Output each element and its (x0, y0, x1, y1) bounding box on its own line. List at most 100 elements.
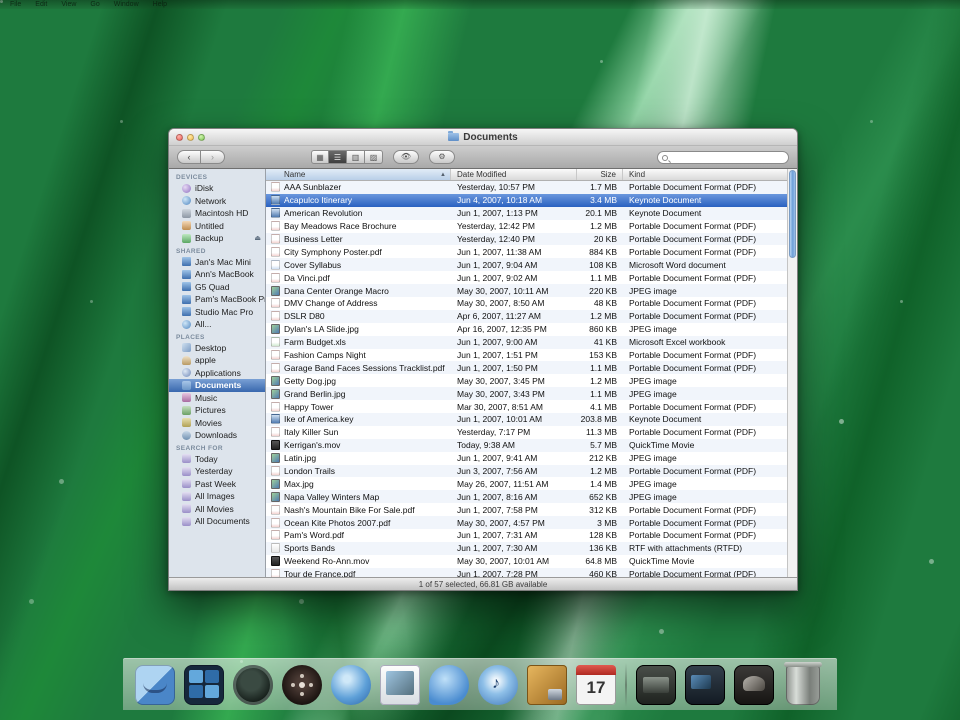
table-row[interactable]: Nash's Mountain Bike For Sale.pdf Jun 1, … (266, 503, 787, 517)
table-row[interactable]: Tour de France.pdf Jun 1, 2007, 7:28 PM 46… (266, 567, 787, 577)
table-row[interactable]: Da Vinci.pdf Jun 1, 2007, 9:02 AM 1.1 MB Po… (266, 271, 787, 285)
sidebar-item-ann-s-macbook[interactable]: Ann's MacBook (169, 268, 265, 281)
sidebar-item-desktop[interactable]: Desktop (169, 342, 265, 355)
table-row[interactable]: Weekend Ro-Ann.mov May 30, 2007, 10:01 AM… (266, 554, 787, 568)
menu-item-help[interactable]: Help (153, 1, 167, 9)
file-mov-icon (271, 556, 280, 567)
menu-item-window[interactable]: Window (114, 1, 139, 9)
icon-view-button[interactable]: ▦ (311, 150, 329, 164)
dock-icon-finder[interactable] (135, 664, 175, 705)
coverflow-view-button[interactable]: ▨ (365, 150, 383, 164)
sidebar-item-pam-s-macbook-pro[interactable]: Pam's MacBook Pro (169, 293, 265, 306)
forward-button[interactable]: › (201, 150, 225, 164)
action-menu-button[interactable]: ⚙︎ (429, 150, 455, 164)
dock-icon-shake[interactable] (734, 664, 774, 705)
menu-item-edit[interactable]: Edit (35, 1, 47, 9)
table-row[interactable]: Bay Meadows Race Brochure Yesterday, 12:4… (266, 219, 787, 233)
menu-item-file[interactable]: File (10, 1, 21, 9)
zoom-button[interactable] (198, 134, 205, 141)
table-row[interactable]: Sports Bands Jun 1, 2007, 7:30 AM 136 KB RT… (266, 541, 787, 555)
dock-icon-ical[interactable]: 17 (576, 664, 616, 705)
list-view-button[interactable]: ☰ (329, 150, 347, 164)
sidebar-item-past-week[interactable]: Past Week (169, 478, 265, 491)
dock-icon-aperture[interactable] (282, 664, 322, 705)
sidebar-item-all-images[interactable]: All Images (169, 490, 265, 503)
dock-icon-safari[interactable] (331, 664, 371, 705)
eject-icon[interactable]: ⏏ (254, 234, 261, 242)
sidebar-item-jan-s-mac-mini[interactable]: Jan's Mac Mini (169, 256, 265, 269)
table-row[interactable]: AAA Sunblazer Yesterday, 10:57 PM 1.7 MB Po… (266, 181, 787, 194)
table-row[interactable]: London Trails Jun 3, 2007, 7:56 AM 1.2 MB P… (266, 464, 787, 478)
column-header-kind[interactable]: Kind (623, 169, 787, 180)
minimize-button[interactable] (187, 134, 194, 141)
dock-icon-spaces[interactable] (184, 664, 224, 705)
table-row[interactable]: Garage Band Faces Sessions Tracklist.pdf… (266, 361, 787, 375)
close-button[interactable] (176, 134, 183, 141)
table-row[interactable]: Ocean Kite Photos 2007.pdf May 30, 2007, … (266, 516, 787, 530)
sidebar-item-all-movies[interactable]: All Movies (169, 503, 265, 516)
vertical-scrollbar[interactable] (787, 169, 797, 577)
sidebar-item-label: Studio Mac Pro (195, 306, 254, 317)
dock-icon-ichat[interactable] (429, 664, 469, 705)
sidebar-item-network[interactable]: Network (169, 195, 265, 208)
table-row[interactable]: Kerrigan's.mov Today, 9:38 AM 5.7 MB QuickT… (266, 438, 787, 452)
sidebar-item-pictures[interactable]: Pictures (169, 404, 265, 417)
table-row[interactable]: DSLR D80 Apr 6, 2007, 11:27 AM 1.2 MB Porta… (266, 309, 787, 323)
column-view-button[interactable]: ▥ (347, 150, 365, 164)
sidebar-item-applications[interactable]: Applications (169, 367, 265, 380)
table-row[interactable]: City Symphony Poster.pdf Jun 1, 2007, 11:… (266, 245, 787, 259)
table-row[interactable]: Grand Berlin.jpg May 30, 2007, 3:43 PM 1.1… (266, 387, 787, 401)
table-row[interactable]: Dylan's LA Slide.jpg Apr 16, 2007, 12:35 … (266, 322, 787, 336)
table-row[interactable]: Happy Tower Mar 30, 2007, 8:51 AM 4.1 MB Po… (266, 400, 787, 414)
dock-icon-trash[interactable] (784, 661, 822, 705)
dock-icon-logic-pro[interactable] (685, 664, 725, 705)
window-titlebar[interactable]: Documents (169, 129, 797, 146)
window-controls (176, 134, 205, 141)
table-row[interactable]: Max.jpg May 26, 2007, 11:51 AM 1.4 MB JPEG … (266, 477, 787, 491)
sidebar-item-documents[interactable]: Documents (169, 379, 265, 392)
search-input[interactable] (671, 153, 784, 162)
dock-icon-final-cut-pro[interactable] (636, 664, 676, 705)
table-row[interactable]: Getty Dog.jpg May 30, 2007, 3:45 PM 1.2 MB… (266, 374, 787, 388)
dock-icon-dashboard[interactable] (233, 664, 273, 705)
scrollbar-thumb[interactable] (789, 170, 796, 258)
table-row[interactable]: Ike of America.key Jun 1, 2007, 10:01 AM 2… (266, 413, 787, 426)
table-row[interactable]: Napa Valley Winters Map Jun 1, 2007, 8:16… (266, 490, 787, 504)
sidebar-item-macintosh-hd[interactable]: Macintosh HD (169, 207, 265, 220)
column-header-date-modified[interactable]: Date Modified (451, 169, 577, 180)
table-row[interactable]: Latin.jpg Jun 1, 2007, 9:41 AM 212 KB JPEG … (266, 451, 787, 465)
sidebar-item-g5-quad[interactable]: G5 Quad (169, 281, 265, 294)
sidebar-item-all-documents[interactable]: All Documents (169, 515, 265, 528)
table-row[interactable]: Cover Syllabus Jun 1, 2007, 9:04 AM 108 KB… (266, 258, 787, 272)
sidebar-item-music[interactable]: Music (169, 392, 265, 405)
back-button[interactable]: ‹ (177, 150, 201, 164)
quicklook-button[interactable]: 👁︎ (393, 150, 419, 164)
table-row[interactable]: Dana Center Orange Macro May 30, 2007, 10… (266, 284, 787, 298)
table-row[interactable]: Farm Budget.xls Jun 1, 2007, 9:00 AM 41 KB… (266, 335, 787, 349)
table-row[interactable]: Fashion Camps Night Jun 1, 2007, 1:51 PM 1… (266, 348, 787, 362)
column-header-name[interactable]: Name ▲ (266, 169, 451, 180)
table-row[interactable]: Pam's Word.pdf Jun 1, 2007, 7:31 AM 128 KB… (266, 529, 787, 542)
table-row[interactable]: Business Letter Yesterday, 12:40 PM 20 KB P… (266, 232, 787, 246)
table-row[interactable]: American Revolution Jun 1, 2007, 1:13 PM 2… (266, 206, 787, 220)
sidebar-item-movies[interactable]: Movies (169, 417, 265, 430)
table-row[interactable]: Acapulco Itinerary Jun 4, 2007, 10:18 AM 3… (266, 193, 787, 207)
sidebar-item-studio-mac-pro[interactable]: Studio Mac Pro (169, 306, 265, 319)
sidebar-item-all-[interactable]: All... (169, 318, 265, 331)
sidebar-item-downloads[interactable]: Downloads (169, 429, 265, 442)
dock-icon-itunes[interactable] (478, 664, 518, 705)
sidebar-item-label: Jan's Mac Mini (195, 256, 251, 267)
menu-item-go[interactable]: Go (90, 1, 99, 9)
sidebar-item-backup[interactable]: Backup ⏏ (169, 232, 265, 245)
sidebar-item-apple[interactable]: apple (169, 354, 265, 367)
sidebar-item-untitled[interactable]: Untitled (169, 220, 265, 233)
menu-item-view[interactable]: View (61, 1, 76, 9)
column-header-size[interactable]: Size (577, 169, 623, 180)
table-row[interactable]: DMV Change of Address May 30, 2007, 8:50 … (266, 297, 787, 310)
sidebar-item-yesterday[interactable]: Yesterday (169, 465, 265, 478)
sidebar-item-idisk[interactable]: iDisk (169, 182, 265, 195)
dock-icon-preview[interactable] (380, 664, 420, 705)
dock-icon-iphoto[interactable] (527, 664, 567, 705)
table-row[interactable]: Italy Killer Sun Yesterday, 7:17 PM 11.3 M… (266, 425, 787, 439)
sidebar-item-today[interactable]: Today (169, 453, 265, 466)
